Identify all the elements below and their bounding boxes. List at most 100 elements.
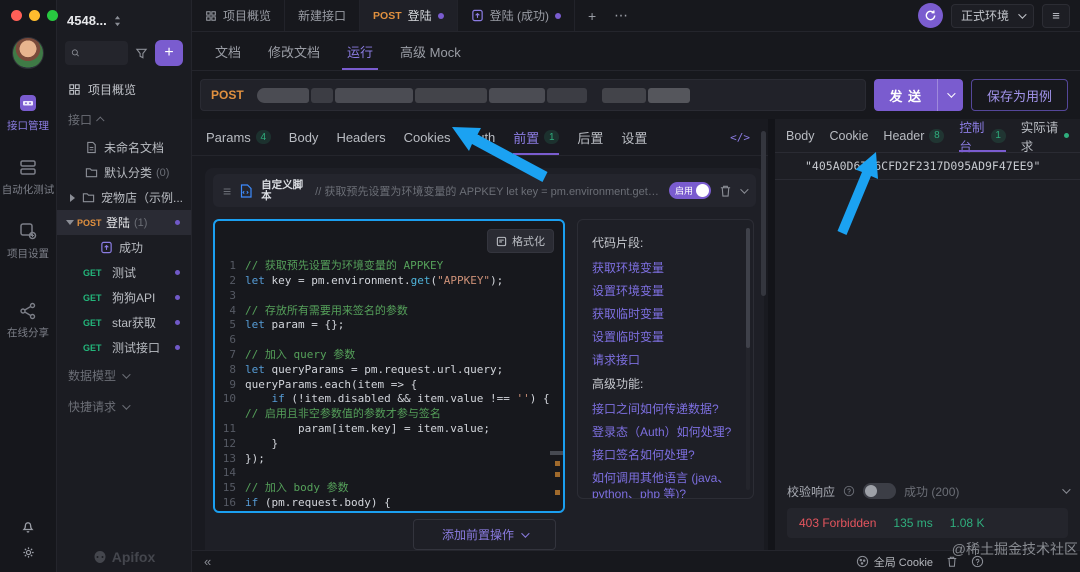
script-code-editor[interactable]: 格式化 1// 获取预先设置为环境变量的 APPKEY2let key = pm… <box>213 219 565 513</box>
tree-item[interactable]: 宠物店（示例... <box>57 185 191 210</box>
settings-gear-icon[interactable] <box>21 545 36 560</box>
minimize-window-icon[interactable] <box>29 10 40 21</box>
validate-toggle[interactable] <box>863 483 896 499</box>
caret-down-icon[interactable] <box>66 220 74 229</box>
search-input[interactable] <box>65 41 128 65</box>
collapse-chevron-icon[interactable] <box>740 185 748 193</box>
rail-item-0[interactable]: 接口管理 <box>2 92 55 133</box>
trash-icon[interactable] <box>946 555 958 568</box>
config-tab-设置[interactable]: 设置 <box>621 119 647 155</box>
console-output[interactable]: "405A0D67F6CFD2F2317D095AD9F47EE9" <box>775 153 1080 180</box>
format-button[interactable]: 格式化 <box>487 229 554 253</box>
subnav-运行[interactable]: 运行 <box>347 32 373 70</box>
subnav-文档[interactable]: 文档 <box>215 32 241 70</box>
line-number: 14 <box>215 466 245 481</box>
project-switcher[interactable]: 4548... <box>57 0 191 37</box>
response-tab-实际请求[interactable]: 实际请求 <box>1021 119 1069 152</box>
custom-script-row[interactable]: ≡ 自定义脚本 // 获取预先设置为环境变量的 APPKEY let key =… <box>213 174 756 207</box>
config-tab-Headers[interactable]: Headers <box>336 119 385 155</box>
code-line: 3 <box>215 289 551 304</box>
rail-item-3[interactable]: 在线分享 <box>2 301 55 340</box>
tree-item[interactable]: 未命名文档 <box>57 135 191 160</box>
sidebar-item-overview[interactable]: 项目概览 <box>57 75 191 104</box>
avatar[interactable] <box>12 37 44 69</box>
rail-item-2[interactable]: 项目设置 <box>2 220 55 261</box>
rail-item-1[interactable]: 自动化测试 <box>2 156 55 197</box>
advanced-link[interactable]: 接口签名如何处理? <box>592 447 739 463</box>
filter-funnel-icon[interactable] <box>135 47 148 60</box>
response-tab-Body[interactable]: Body <box>786 119 815 152</box>
line-number: 10 <box>215 392 245 422</box>
tree-item[interactable]: 默认分类(0) <box>57 160 191 185</box>
send-options-chevron-icon[interactable] <box>938 92 963 98</box>
snippet-link[interactable]: 获取环境变量 <box>592 260 739 276</box>
chevron-down-icon <box>122 401 130 409</box>
global-cookie-button[interactable]: 全局 Cookie <box>856 554 933 570</box>
snippet-link[interactable]: 请求接口 <box>592 352 739 368</box>
save-as-case-button[interactable]: 保存为用例 <box>971 79 1068 111</box>
config-tab-Cookies[interactable]: Cookies <box>404 119 451 155</box>
trash-icon[interactable] <box>719 184 732 198</box>
response-tab-Header[interactable]: Header8 <box>883 119 944 152</box>
new-tab-plus-icon[interactable]: + <box>588 8 596 24</box>
document-tabbar: 项目概览新建接口POST登陆登陆 (成功) + ⋯ 正式环境 ≡ <box>192 0 1080 32</box>
snippet-link[interactable]: 设置临时变量 <box>592 329 739 345</box>
notifications-bell-icon[interactable] <box>20 518 36 534</box>
subnav-高级 Mock[interactable]: 高级 Mock <box>400 32 461 70</box>
add-pre-action-button[interactable]: 添加前置操作 <box>413 519 556 550</box>
section-header-api[interactable]: 接口 <box>57 104 191 135</box>
code-area[interactable]: 1// 获取预先设置为环境变量的 APPKEY2let key = pm.env… <box>215 259 551 513</box>
response-tab-控制台[interactable]: 控制台1 <box>959 119 1005 152</box>
maximize-window-icon[interactable] <box>47 10 58 21</box>
response-tab-label: Body <box>786 129 815 143</box>
tree-item[interactable]: POST登陆(1) <box>57 210 191 235</box>
section-header-data-model[interactable]: 数据模型 <box>57 360 191 391</box>
close-window-icon[interactable] <box>11 10 22 21</box>
tab-登陆[interactable]: POST登陆 <box>360 0 458 31</box>
config-tab-前置[interactable]: 前置1 <box>513 119 559 155</box>
advanced-link[interactable]: 如何调用其他语言 (java、python、php 等)? <box>592 470 739 499</box>
help-icon[interactable] <box>971 555 984 568</box>
url-input[interactable]: POST <box>200 79 866 111</box>
tree-item[interactable]: GETstar获取 <box>57 310 191 335</box>
search-field[interactable] <box>84 47 122 59</box>
section-header-quick-request[interactable]: 快捷请求 <box>57 391 191 422</box>
advanced-link[interactable]: 登录态（Auth）如何处理? <box>592 424 739 440</box>
tree-item[interactable]: GET测试接口 <box>57 335 191 360</box>
code-view-icon[interactable]: </> <box>730 131 750 144</box>
sync-icon[interactable] <box>918 3 943 28</box>
config-tab-Auth[interactable]: Auth <box>469 119 496 155</box>
code-text: // 加入 query 参数 <box>245 348 551 363</box>
more-tabs-icon[interactable]: ⋯ <box>614 7 628 24</box>
subnav-修改文档[interactable]: 修改文档 <box>268 32 320 70</box>
validate-label: 校验响应 <box>787 483 835 500</box>
env-menu-icon[interactable]: ≡ <box>1042 4 1070 28</box>
collapse-sidebar-icon[interactable]: « <box>204 554 211 569</box>
config-tab-后置[interactable]: 后置 <box>577 119 603 155</box>
tree-item[interactable]: 成功 <box>57 235 191 260</box>
tab-登陆 (成功)[interactable]: 登陆 (成功) <box>458 0 575 31</box>
editor-scrollbar[interactable] <box>550 451 563 455</box>
caret-right-icon[interactable] <box>70 194 79 202</box>
line-number: 17 <box>215 511 245 513</box>
drag-handle-icon[interactable]: ≡ <box>223 183 231 199</box>
config-tab-Params[interactable]: Params4 <box>206 119 271 155</box>
enable-toggle[interactable]: 启用 <box>669 182 711 199</box>
response-tab-Cookie[interactable]: Cookie <box>830 119 869 152</box>
tab-项目概览[interactable]: 项目概览 <box>192 0 285 31</box>
advanced-link[interactable]: 接口之间如何传递数据? <box>592 401 739 417</box>
tree-item[interactable]: GET测试 <box>57 260 191 285</box>
config-tab-Body[interactable]: Body <box>289 119 319 155</box>
tab-新建接口[interactable]: 新建接口 <box>285 0 360 31</box>
chevron-down-icon[interactable] <box>1062 485 1070 493</box>
snippet-link[interactable]: 设置环境变量 <box>592 283 739 299</box>
panel-scrollbar[interactable] <box>761 131 766 296</box>
response-tab-label: 实际请求 <box>1021 117 1059 155</box>
add-new-button[interactable]: + <box>155 40 183 66</box>
snippet-link[interactable]: 获取临时变量 <box>592 306 739 322</box>
send-button[interactable]: 发 送 <box>874 79 963 111</box>
environment-selector[interactable]: 正式环境 <box>951 4 1034 28</box>
config-tab-label: 设置 <box>621 128 647 147</box>
tree-item[interactable]: GET狗狗API <box>57 285 191 310</box>
snippets-scrollbar[interactable] <box>746 228 750 348</box>
